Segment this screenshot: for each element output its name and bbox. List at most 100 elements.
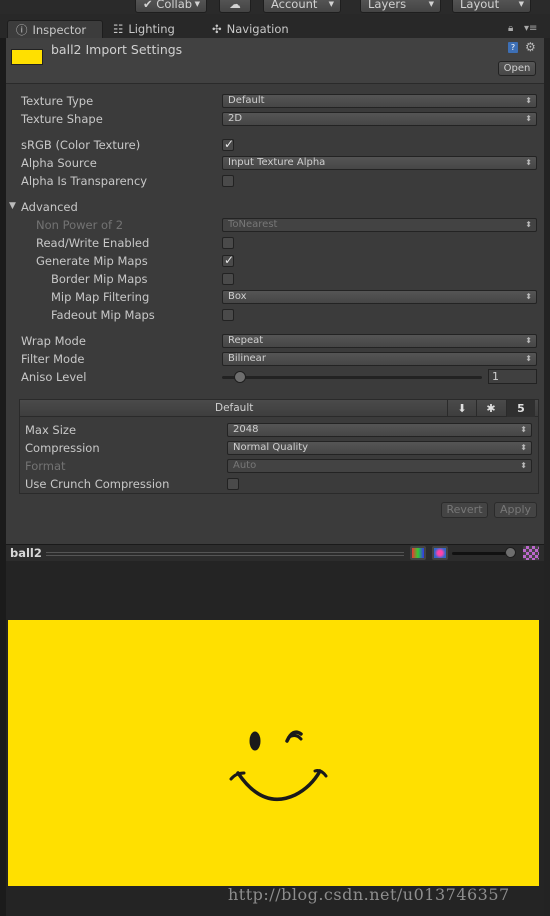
- tab-inspector[interactable]: ⓘ Inspector: [7, 20, 103, 38]
- texture-shape-dropdown[interactable]: 2D ⬍: [222, 112, 537, 126]
- dropdown-arrow-icon: ⬍: [525, 96, 532, 105]
- checker-background-icon[interactable]: [523, 546, 539, 560]
- fadeout-mip-maps-label: Fadeout Mip Maps: [51, 308, 155, 322]
- aniso-level-slider-thumb[interactable]: [234, 371, 246, 383]
- alpha-is-transparency-label: Alpha Is Transparency: [21, 174, 148, 188]
- alpha-channel-icon[interactable]: [432, 546, 448, 560]
- android-icon[interactable]: ✱: [476, 400, 505, 417]
- srgb-checkbox[interactable]: ✓: [222, 137, 234, 151]
- texture-shape-label: Texture Shape: [21, 112, 103, 126]
- dropdown-value: 2D: [228, 113, 243, 124]
- tab-bar: ⓘ Inspector ☷ Lighting ✣ Navigation 🔒︎ ▾≡: [0, 14, 550, 38]
- page-title: ball2 Import Settings: [51, 42, 183, 57]
- account-label: Account: [271, 0, 318, 11]
- help-icon[interactable]: ?: [508, 42, 518, 53]
- filter-mode-dropdown[interactable]: Bilinear ⬍: [222, 352, 537, 366]
- texture-type-label: Texture Type: [21, 94, 94, 108]
- tab-label: Navigation: [226, 22, 289, 36]
- alpha-source-label: Alpha Source: [21, 156, 97, 170]
- top-toolbar: ✔ Collab ▼ ☁ Account ▼ Layers ▼ Layout ▼: [0, 0, 550, 14]
- open-button[interactable]: Open: [498, 61, 536, 76]
- mip-level-slider-thumb[interactable]: [505, 547, 516, 558]
- texture-type-dropdown[interactable]: Default ⬍: [222, 94, 537, 108]
- layout-button[interactable]: Layout ▼: [452, 0, 531, 13]
- read-write-label: Read/Write Enabled: [36, 236, 150, 250]
- smiley-face-icon: [229, 730, 328, 801]
- tab-menu-icon[interactable]: ▾≡: [524, 23, 537, 34]
- layers-button[interactable]: Layers ▼: [360, 0, 441, 13]
- layers-label: Layers: [368, 0, 407, 11]
- alpha-source-dropdown[interactable]: Input Texture Alpha ⬍: [222, 156, 537, 170]
- watermark-text: http://blog.csdn.net/u013746357: [228, 885, 510, 904]
- dropdown-arrow-icon: ⬍: [525, 158, 532, 167]
- texture-thumbnail: [11, 49, 43, 65]
- fadeout-mip-maps-checkbox[interactable]: [222, 309, 234, 321]
- preview-resize-handle[interactable]: [46, 552, 404, 556]
- max-size-dropdown[interactable]: 2048 ⬍: [227, 423, 532, 437]
- platform-title: Default: [215, 402, 254, 414]
- non-power-of-2-label: Non Power of 2: [36, 218, 124, 232]
- right-edge: [544, 38, 550, 916]
- rgb-channel-icon[interactable]: [410, 546, 426, 560]
- layout-label: Layout: [460, 0, 500, 11]
- dropdown-arrow-icon: ⬍: [520, 461, 527, 470]
- dropdown-arrow-icon: ▼: [194, 0, 200, 8]
- generate-mip-maps-label: Generate Mip Maps: [36, 254, 148, 268]
- download-icon[interactable]: ⬇: [447, 400, 476, 417]
- gear-icon[interactable]: ⚙: [525, 40, 536, 54]
- apply-button[interactable]: Apply: [494, 502, 537, 518]
- alpha-is-transparency-checkbox[interactable]: [222, 175, 234, 187]
- compression-label: Compression: [25, 441, 100, 455]
- foldout-arrow-icon[interactable]: ▼: [9, 201, 16, 211]
- aniso-level-label: Aniso Level: [21, 370, 87, 384]
- navigation-icon: ✣: [212, 22, 222, 36]
- cloud-button[interactable]: ☁: [219, 0, 251, 13]
- lighting-icon: ☷: [113, 22, 124, 36]
- non-power-of-2-dropdown: ToNearest ⬍: [222, 218, 537, 232]
- tab-lighting[interactable]: ☷ Lighting: [113, 20, 203, 38]
- compression-dropdown[interactable]: Normal Quality ⬍: [227, 441, 532, 455]
- dropdown-value: Repeat: [228, 335, 264, 346]
- dropdown-value: Auto: [233, 460, 257, 471]
- tab-navigation[interactable]: ✣ Navigation: [212, 20, 312, 38]
- inspector-panel: ball2 Import Settings ? ⚙ Open Texture T…: [6, 38, 544, 546]
- collab-button[interactable]: ✔ Collab ▼: [135, 0, 207, 13]
- read-write-checkbox[interactable]: [222, 237, 234, 249]
- dropdown-value: Default: [228, 95, 265, 106]
- crunch-compression-label: Use Crunch Compression: [25, 477, 170, 491]
- generate-mip-maps-checkbox[interactable]: ✓: [222, 253, 234, 267]
- preview-title: ball2: [10, 546, 42, 560]
- border-mip-maps-checkbox[interactable]: [222, 273, 234, 285]
- lock-icon[interactable]: 🔒︎: [508, 23, 513, 34]
- mip-map-filtering-dropdown[interactable]: Box ⬍: [222, 290, 537, 304]
- info-icon: ⓘ: [16, 23, 28, 37]
- mip-map-filtering-label: Mip Map Filtering: [51, 290, 150, 304]
- filter-mode-label: Filter Mode: [21, 352, 85, 366]
- srgb-label: sRGB (Color Texture): [21, 138, 141, 152]
- account-button[interactable]: Account ▼: [263, 0, 341, 13]
- dropdown-arrow-icon: ▼: [328, 0, 334, 8]
- tab-label: Inspector: [32, 23, 87, 37]
- crunch-compression-checkbox[interactable]: [227, 478, 239, 490]
- dropdown-value: Normal Quality: [233, 442, 309, 453]
- tab-label: Lighting: [128, 22, 175, 36]
- dropdown-value: 2048: [233, 424, 259, 435]
- html5-icon[interactable]: 5: [506, 400, 535, 417]
- dropdown-arrow-icon: ⬍: [525, 336, 532, 345]
- mip-level-slider-track[interactable]: [452, 552, 512, 555]
- platform-settings: Default ⬇ ✱ 5 Max Size 2048 ⬍ Compression…: [19, 399, 539, 494]
- dropdown-arrow-icon: ⬍: [525, 114, 532, 123]
- texture-preview: [6, 561, 544, 916]
- revert-button[interactable]: Revert: [441, 502, 488, 518]
- cloud-icon: ☁: [229, 0, 241, 11]
- aniso-level-slider-track[interactable]: [222, 376, 482, 379]
- collab-label: Collab: [156, 0, 193, 11]
- dropdown-value: Bilinear: [228, 353, 266, 364]
- advanced-foldout[interactable]: Advanced: [21, 200, 78, 214]
- aniso-level-field[interactable]: 1: [488, 369, 537, 384]
- max-size-label: Max Size: [25, 423, 77, 437]
- dropdown-arrow-icon: ⬍: [520, 425, 527, 434]
- dropdown-arrow-icon: ⬍: [525, 292, 532, 301]
- wrap-mode-dropdown[interactable]: Repeat ⬍: [222, 334, 537, 348]
- inspector-header: ball2 Import Settings ? ⚙ Open: [6, 38, 544, 84]
